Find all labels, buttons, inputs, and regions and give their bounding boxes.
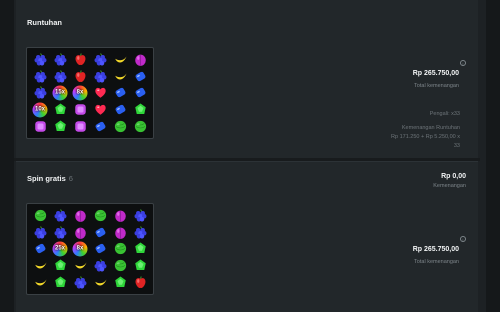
apple-icon — [70, 51, 90, 68]
tumble-title: Runtuhan — [27, 18, 62, 27]
multiplier-bomb: 25x — [52, 241, 68, 257]
plum-icon — [110, 224, 130, 241]
freespins-total: Rp 265.750,00i Total kemenangan — [412, 236, 466, 265]
grape-icon — [50, 51, 70, 68]
right-margin — [486, 0, 500, 312]
tumble-win-formula-2: 33 — [453, 143, 460, 149]
freespins-section: Spin gratis 6 Rp 0,00 Kemenangan 25x 8x … — [16, 161, 478, 312]
purple-icon — [30, 118, 50, 135]
multiplier-value: 8x — [76, 89, 84, 96]
multiplier-value: 8x — [76, 245, 84, 252]
apple-icon — [70, 68, 90, 85]
green-icon — [50, 274, 70, 291]
banana-icon — [110, 68, 130, 85]
plum-icon — [70, 207, 90, 224]
green-icon — [50, 101, 70, 118]
apple-icon — [130, 274, 150, 291]
tumble-win-details: Kemenangan Runtuhan Rp 171.250 + Rp 5.25… — [391, 124, 460, 151]
grape-icon — [130, 224, 150, 241]
tumble-total-amount: Rp 265.750,00 — [412, 70, 459, 77]
grape-icon — [50, 68, 70, 85]
grape-icon — [30, 224, 50, 241]
info-icon[interactable]: i — [460, 60, 466, 66]
grape-icon — [50, 224, 70, 241]
blue-icon — [130, 68, 150, 85]
tumble-total: Rp 265.750,00i Total kemenangan — [412, 60, 466, 89]
purple-icon — [70, 101, 90, 118]
grape-icon — [30, 68, 50, 85]
tumble-section: Runtuhan 15x 8x 10x Rp 265.750,00i Total… — [16, 0, 478, 158]
blue-icon — [90, 241, 110, 258]
heart-icon — [90, 101, 110, 118]
multiplier-value: 15x — [54, 89, 65, 96]
melon-icon — [110, 118, 130, 135]
freespins-win-label: Kemenangan — [433, 183, 466, 189]
banana-icon — [30, 257, 50, 274]
info-icon[interactable]: i — [460, 236, 466, 242]
left-margin — [0, 0, 14, 312]
grape-icon — [90, 51, 110, 68]
grape-icon — [130, 207, 150, 224]
tumble-multiplier: Pengali: x33 — [429, 111, 460, 117]
green-icon — [50, 118, 70, 135]
melon-icon — [110, 241, 130, 258]
multiplier-bomb-icon: 25x — [50, 241, 70, 258]
banana-icon — [90, 274, 110, 291]
blue-icon — [90, 118, 110, 135]
grape-icon — [90, 68, 110, 85]
multiplier-bomb-icon: 8x — [70, 85, 90, 102]
heart-icon — [90, 85, 110, 102]
grape-icon — [30, 51, 50, 68]
purple-icon — [70, 118, 90, 135]
plum-icon — [130, 51, 150, 68]
grape-icon — [50, 207, 70, 224]
freespins-total-label: Total kemenangan — [414, 259, 459, 265]
tumble-reel-grid: 15x 8x 10x — [26, 47, 154, 139]
multiplier-bomb-icon: 8x — [70, 241, 90, 258]
tumble-win-title: Kemenangan Runtuhan — [401, 125, 460, 131]
freespins-win: Rp 0,00 Kemenangan — [433, 173, 466, 189]
green-icon — [130, 101, 150, 118]
blue-icon — [110, 85, 130, 102]
blue-icon — [30, 241, 50, 258]
banana-icon — [110, 51, 130, 68]
plum-icon — [110, 207, 130, 224]
multiplier-value: 25x — [54, 245, 65, 252]
grape-icon — [90, 257, 110, 274]
banana-icon — [70, 257, 90, 274]
blue-icon — [130, 85, 150, 102]
green-icon — [130, 241, 150, 258]
freespins-win-amount: Rp 0,00 — [441, 173, 466, 180]
melon-icon — [90, 207, 110, 224]
multiplier-bomb: 8x — [72, 241, 88, 257]
blue-icon — [110, 101, 130, 118]
freespins-total-amount: Rp 265.750,00 — [412, 246, 459, 253]
multiplier-bomb-icon: 15x — [50, 85, 70, 102]
grape-icon — [30, 85, 50, 102]
green-icon — [130, 257, 150, 274]
melon-icon — [30, 207, 50, 224]
blue-icon — [90, 224, 110, 241]
grape-icon — [70, 274, 90, 291]
freespins-reel-grid: 25x 8x — [26, 203, 154, 295]
freespins-count: 6 — [68, 174, 73, 183]
plum-icon — [70, 224, 90, 241]
multiplier-bomb: 8x — [72, 85, 88, 101]
melon-icon — [110, 257, 130, 274]
tumble-win-formula: Rp 171.250 + Rp 5.250,00 x — [391, 134, 460, 140]
multiplier-bomb: 15x — [52, 85, 68, 101]
multiplier-value: 10x — [34, 106, 45, 113]
freespins-title-label: Spin gratis — [27, 174, 66, 183]
banana-icon — [30, 274, 50, 291]
multiplier-bomb: 10x — [32, 102, 48, 118]
green-icon — [110, 274, 130, 291]
melon-icon — [130, 118, 150, 135]
tumble-total-label: Total kemenangan — [414, 83, 459, 89]
freespins-title: Spin gratis 6 — [27, 174, 73, 183]
green-icon — [50, 257, 70, 274]
multiplier-bomb-icon: 10x — [30, 101, 50, 118]
